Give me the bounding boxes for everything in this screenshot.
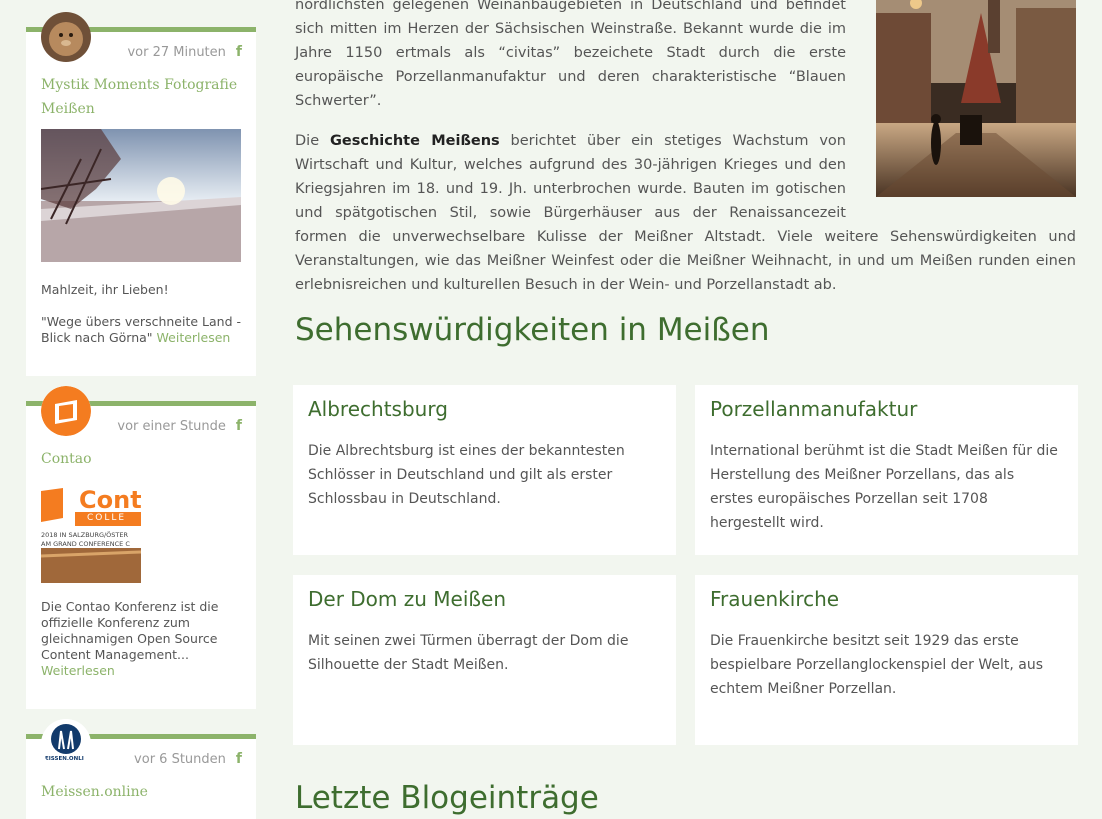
feed-title[interactable]: Meissen.online [41,780,241,804]
post-meta: vor einer Stunde f [117,418,242,434]
read-more-link[interactable]: Weiterlesen [157,330,231,345]
image-text: AM GRAND CONFERENCE C [41,540,130,548]
sight-title[interactable]: Frauenkirche [710,587,839,611]
section-heading: Sehenswürdigkeiten in Meißen [295,312,770,348]
sight-description: Mit seinen zwei Türmen überragt der Dom … [308,633,629,673]
avatar[interactable] [41,386,91,436]
sight-card[interactable]: Porzellanmanufaktur International berühm… [695,385,1078,555]
sight-card[interactable]: Frauenkirche Die Frauenkirche besitzt se… [695,575,1078,745]
feed-title[interactable]: Mystik Moments Fotografie Meißen [41,73,241,121]
avatar[interactable] [41,12,91,62]
feed-excerpt: Die Contao Konferenz ist die offizielle … [41,599,219,662]
image-text: COLLE [87,513,127,523]
intro-text-prefix: Die [295,133,330,149]
sight-card[interactable]: Albrechtsburg Die Albrechtsburg ist eine… [293,385,676,555]
blog-heading: Letzte Blogeinträge [295,780,599,816]
feed-image[interactable]: Conta COLLE 2018 IN SALZBURG/ÖSTER AM GR… [41,486,141,583]
sight-title[interactable]: Porzellanmanufaktur [710,397,917,421]
feed-text: Mahlzeit, ihr Lieben! [41,282,169,297]
feed-title[interactable]: Contao [41,447,241,471]
sight-description: International berühmt ist die Stadt Meiß… [710,443,1058,531]
feed-text: Die Contao Konferenz ist die offizielle … [41,599,241,679]
post-time: vor 6 Stunden [134,751,226,767]
avatar[interactable]: EISSEN.ONLI [41,719,91,769]
feed-card: vor einer Stunde f Contao Conta COLLE 20… [26,386,256,709]
intro-text: nördlichsten gelegenen Weinanbaugebieten… [295,0,1076,297]
sight-description: Die Frauenkirche besitzt seit 1929 das e… [710,633,1044,697]
image-text: 2018 IN SALZBURG/ÖSTER [41,531,129,539]
facebook-icon[interactable]: f [236,44,242,60]
feed-card: vor 27 Minuten f Mystik Moments Fotograf… [26,12,256,376]
read-more-link[interactable]: Weiterlesen [41,663,115,678]
sight-card[interactable]: Der Dom zu Meißen Mit seinen zwei Türmen… [293,575,676,745]
image-text: Conta [79,486,141,514]
post-time: vor 27 Minuten [127,44,226,60]
feed-card: EISSEN.ONLI vor 6 Stunden f Meissen.onli… [26,719,256,819]
sight-title[interactable]: Albrechtsburg [308,397,448,421]
history-link[interactable]: Geschichte Meißens [330,133,500,149]
post-time: vor einer Stunde [117,418,226,434]
feed-text: "Wege übers verschneite Land - Blick nac… [41,314,241,346]
feed-image[interactable] [40,129,241,262]
sight-description: Die Albrechtsburg ist eines der bekannte… [308,443,625,507]
facebook-icon[interactable]: f [236,751,242,767]
post-meta: vor 27 Minuten f [127,44,242,60]
avatar-caption: EISSEN.ONLI [45,756,84,762]
facebook-icon[interactable]: f [236,418,242,434]
city-photo[interactable] [876,0,1076,197]
sight-title[interactable]: Der Dom zu Meißen [308,587,506,611]
post-meta: vor 6 Stunden f [134,751,242,767]
